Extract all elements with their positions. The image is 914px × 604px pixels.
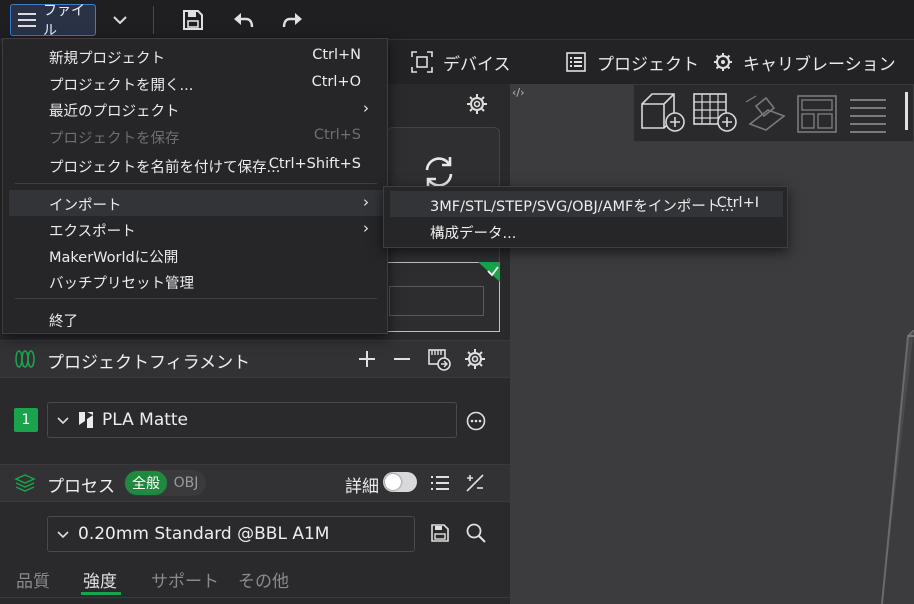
menu-item-open-project[interactable]: プロジェクトを開く... Ctrl+O	[9, 70, 383, 96]
menu-item-exit[interactable]: 終了	[9, 306, 383, 332]
redo-icon[interactable]	[281, 8, 305, 32]
menu-item-recent-projects[interactable]: 最近のプロジェクト ›	[9, 96, 383, 122]
file-menu-label: ファイル	[43, 3, 85, 39]
tab-project[interactable]: プロジェクト	[565, 40, 699, 84]
import-submenu: 3MF/STL/STEP/SVG/OBJ/AMFをインポート... Ctrl+I…	[383, 186, 788, 248]
layers-icon	[14, 472, 36, 494]
menu-item-import-models[interactable]: 3MF/STL/STEP/SVG/OBJ/AMFをインポート... Ctrl+I	[390, 191, 783, 217]
menu-label: インポート	[49, 198, 122, 214]
compare-icon[interactable]	[464, 472, 486, 494]
process-preset-name: 0.20mm Standard @BBL A1M	[78, 524, 330, 544]
tab-calibration[interactable]: キャリブレーション	[713, 40, 896, 84]
menu-item-publish-makerworld[interactable]: MakerWorldに公開	[9, 242, 383, 268]
top-tab-bar: デバイス プロジェクト キャリブレーション	[387, 40, 914, 84]
menu-shortcut: Ctrl+I	[716, 195, 759, 211]
menu-item-save-project-as[interactable]: プロジェクトを名前を付けて保存... Ctrl+Shift+S	[9, 152, 383, 178]
remove-filament-icon[interactable]	[392, 349, 412, 369]
chevron-down-icon	[56, 527, 70, 541]
filament-spool-icon	[14, 348, 36, 370]
menu-item-import-config[interactable]: 構成データ...	[390, 218, 783, 244]
title-bar: ファイル	[0, 0, 914, 40]
tab-device-label: デバイス	[443, 54, 511, 75]
subtab-strength[interactable]: 強度	[83, 567, 117, 592]
subtab-others[interactable]: その他	[238, 567, 289, 592]
menu-item-export[interactable]: エクスポート ›	[9, 216, 383, 242]
menu-label: 終了	[49, 314, 78, 330]
menu-label: エクスポート	[49, 224, 136, 240]
arrange-icon[interactable]	[796, 94, 838, 134]
more-options-icon[interactable]	[465, 410, 487, 432]
chevron-down-icon	[56, 413, 70, 427]
ams-sync-icon[interactable]	[427, 347, 451, 371]
filament-brand-icon	[78, 411, 94, 429]
toolbar-divider	[153, 6, 154, 34]
add-object-icon[interactable]	[638, 90, 686, 134]
toggle-global[interactable]: 全般	[125, 471, 167, 495]
undo-icon[interactable]	[231, 8, 255, 32]
menu-label: 3MF/STL/STEP/SVG/OBJ/AMFをインポート...	[430, 199, 735, 215]
menu-label: プロジェクトを開く...	[49, 78, 194, 94]
subtab-divider	[0, 597, 510, 598]
menu-shortcut: Ctrl+Shift+S	[268, 156, 361, 172]
menu-label: プロジェクトを保存	[49, 131, 180, 147]
menu-item-save-project[interactable]: プロジェクトを保存 Ctrl+S	[9, 123, 383, 149]
menu-item-batch-preset[interactable]: バッチプリセット管理	[9, 268, 383, 294]
3d-viewport[interactable]	[510, 84, 914, 604]
list-icon[interactable]	[430, 473, 450, 493]
submenu-arrow-icon: ›	[363, 219, 369, 237]
process-section-title: プロセス	[47, 477, 115, 497]
subtab-support[interactable]: サポート	[151, 567, 219, 592]
add-filament-icon[interactable]	[357, 349, 377, 369]
menu-shortcut: Ctrl+S	[313, 127, 361, 143]
menu-label: MakerWorldに公開	[49, 250, 179, 266]
calibration-icon	[713, 52, 733, 72]
build-plate-edge	[881, 330, 914, 604]
menu-separator	[15, 298, 377, 299]
tab-project-label: プロジェクト	[597, 54, 699, 75]
menu-item-new-project[interactable]: 新規プロジェクト Ctrl+N	[9, 43, 383, 69]
filament-section-title: プロジェクトフィラメント	[47, 353, 251, 373]
menu-label: 最近のプロジェクト	[49, 104, 180, 120]
detail-switch[interactable]	[383, 472, 417, 492]
toolbar-overflow-indicator	[905, 92, 908, 130]
menu-separator	[15, 183, 377, 184]
detail-label: 詳細	[345, 477, 379, 497]
tab-device[interactable]: デバイス	[411, 40, 511, 84]
project-icon	[565, 51, 587, 73]
submenu-arrow-icon: ›	[363, 193, 369, 211]
save-icon[interactable]	[181, 8, 205, 32]
search-icon[interactable]	[465, 522, 487, 544]
filament-slot-number: 1	[14, 408, 38, 432]
filament-settings-icon[interactable]	[464, 348, 486, 370]
tab-calibration-label: キャリブレーション	[743, 54, 896, 75]
process-preset-dropdown[interactable]: 0.20mm Standard @BBL A1M	[47, 516, 415, 552]
menu-label: バッチプリセット管理	[49, 276, 194, 292]
subtab-quality[interactable]: 品質	[16, 567, 50, 592]
menu-shortcut: Ctrl+O	[311, 74, 361, 90]
menu-item-import[interactable]: インポート ›	[9, 190, 383, 216]
plate-field	[389, 286, 484, 316]
panel-collapse-toggle[interactable]: ‹/›	[512, 86, 525, 99]
menu-label: プロジェクトを名前を付けて保存...	[49, 160, 281, 176]
chevron-down-icon[interactable]	[108, 8, 132, 32]
menu-shortcut: Ctrl+N	[312, 47, 361, 63]
save-preset-icon[interactable]	[430, 523, 450, 543]
layers-split-icon[interactable]	[848, 94, 888, 134]
hamburger-icon	[17, 11, 37, 29]
settings-gear-icon[interactable]	[466, 93, 488, 115]
filament-name: PLA Matte	[102, 410, 189, 430]
menu-label: 新規プロジェクト	[49, 51, 165, 67]
auto-orient-icon[interactable]	[744, 94, 790, 134]
file-menu: 新規プロジェクト Ctrl+N プロジェクトを開く... Ctrl+O 最近のプ…	[2, 38, 388, 334]
toggle-object[interactable]: OBJ	[168, 471, 204, 495]
file-menu-button[interactable]: ファイル	[10, 3, 96, 39]
check-icon	[478, 262, 500, 282]
device-icon	[411, 51, 433, 73]
subtab-active-indicator	[81, 592, 121, 595]
switch-knob	[385, 474, 401, 490]
menu-label: 構成データ...	[430, 226, 517, 242]
filament-dropdown[interactable]: PLA Matte	[47, 402, 457, 438]
add-plate-icon[interactable]	[691, 90, 739, 134]
submenu-arrow-icon: ›	[363, 99, 369, 117]
